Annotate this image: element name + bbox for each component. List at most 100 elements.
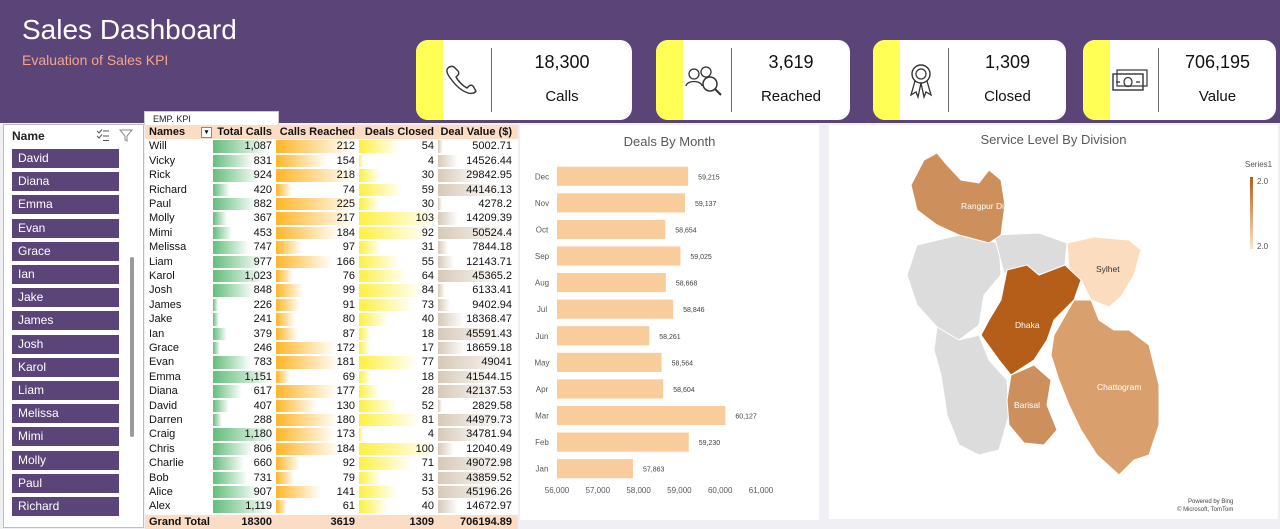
- deals-by-month-chart: Deals By Month Dec 59,215 Nov 59,137 Oct 58,6…: [520, 125, 819, 520]
- multi-select-icon[interactable]: [96, 129, 110, 142]
- slicer-item[interactable]: Josh: [12, 334, 119, 354]
- table-tab[interactable]: EMP. KPI: [144, 111, 279, 125]
- table-cell: Will: [149, 140, 167, 153]
- slicer-item[interactable]: Grace: [12, 241, 119, 261]
- table-cell: 4278.2: [478, 198, 512, 210]
- kpi-value-value: 706,195: [1184, 52, 1251, 72]
- data-label: 58,668: [676, 281, 698, 288]
- table-cell: 74: [342, 183, 355, 196]
- bar-may: [557, 352, 662, 372]
- category-label: Sep: [535, 252, 550, 261]
- clear-filter-icon[interactable]: [119, 129, 133, 142]
- bar-mar: [557, 405, 726, 426]
- slicer-item[interactable]: Melissa: [12, 404, 119, 424]
- table-cell: 184: [336, 226, 355, 239]
- data-label: 58,604: [673, 387, 695, 394]
- table-cell: 73: [421, 298, 434, 311]
- column-header: Deals Closed: [364, 126, 434, 138]
- data-label: 58,564: [672, 360, 694, 367]
- bar-sep: [557, 246, 681, 266]
- table-cell: Liam: [149, 255, 173, 268]
- table-cell: 49072.98: [466, 457, 512, 470]
- table-cell: 45196.26: [466, 486, 512, 498]
- table-cell: David: [149, 399, 178, 412]
- table-cell: 1,151: [244, 370, 272, 383]
- data-label: 60,127: [735, 414, 757, 421]
- slicer-item[interactable]: Emma: [12, 195, 119, 215]
- table-cell: Alice: [149, 486, 173, 498]
- slicer-item[interactable]: Richard: [12, 497, 119, 516]
- table-cell: 53: [421, 486, 434, 498]
- slicer-item[interactable]: Diana: [12, 172, 119, 192]
- table-cell: 12143.71: [466, 255, 512, 268]
- table-cell: 61: [342, 500, 355, 513]
- table-cell: 806: [253, 442, 272, 455]
- bar-aug: [557, 273, 666, 293]
- phone-icon: [446, 65, 477, 95]
- employee-kpi-table: Names Total Calls Calls Reached Deals Close…: [145, 125, 518, 529]
- table-row: Rick 924 218 30 29842.95: [145, 168, 518, 182]
- slicer-item[interactable]: Liam: [12, 381, 119, 400]
- slicer-item[interactable]: Molly: [12, 450, 119, 470]
- table-cell: 184: [336, 442, 355, 455]
- table-row: Alex 1,119 61 40 14672.97: [145, 499, 518, 513]
- filter-dropdown-icon[interactable]: ▾: [201, 127, 212, 138]
- data-label: 59,230: [699, 440, 721, 447]
- table-row: Darren 288 180 81 44979.73: [145, 413, 518, 427]
- slicer-item[interactable]: Ian: [12, 265, 119, 284]
- table-cell: 45365.2: [472, 270, 512, 282]
- table-cell: 92: [421, 226, 434, 239]
- slicer-item[interactable]: Jake: [12, 288, 119, 308]
- table-cell: Mimi: [149, 226, 173, 239]
- table-cell: 141: [336, 486, 355, 498]
- table-row: Vicky 831 154 4 14526.44: [145, 154, 518, 168]
- table-row: David 407 130 52 2829.58: [145, 399, 518, 413]
- table-cell: 907: [253, 486, 272, 498]
- table-cell: 41544.15: [466, 370, 512, 383]
- table-row: Grace 246 172 17 18659.18: [145, 341, 518, 355]
- table-cell: 28: [421, 385, 434, 398]
- slicer-item[interactable]: Evan: [12, 218, 119, 238]
- table-cell: 40: [421, 500, 434, 513]
- slicer-item[interactable]: Mimi: [12, 427, 119, 447]
- table-row: Liam 977 166 55 12143.71: [145, 255, 518, 269]
- slicer-item[interactable]: David: [12, 149, 119, 168]
- table-cell: 5002.71: [472, 140, 512, 153]
- table-cell: 64: [421, 270, 434, 282]
- slicer-scrollbar[interactable]: [130, 257, 134, 437]
- bar-feb: [557, 432, 689, 452]
- table-cell: 217: [336, 212, 355, 225]
- table-cell: Alex: [149, 500, 171, 513]
- map-credit-bing: Powered by Bing: [1188, 499, 1233, 505]
- table-cell: 181: [336, 356, 355, 369]
- table-cell: 367: [253, 212, 272, 225]
- table-cell: Vicky: [149, 154, 176, 167]
- table-cell: Evan: [149, 356, 175, 369]
- slicer-item[interactable]: Paul: [12, 473, 119, 493]
- table-row: Karol 1,023 76 64 45365.2: [145, 269, 518, 283]
- kpi-reached-value: 3,619: [768, 52, 814, 72]
- table-cell: 407: [253, 399, 272, 412]
- table-row: Ian 379 87 18 45591.43: [145, 327, 518, 341]
- table-row: Molly 367 217 103 14209.39: [145, 211, 518, 225]
- money-icon: [1112, 69, 1148, 91]
- x-tick-label: 56,000: [545, 486, 570, 495]
- table-cell: Bob: [149, 471, 169, 484]
- table-cell: 166: [336, 255, 355, 268]
- slicer-item[interactable]: James: [12, 311, 119, 331]
- table-cell: 14209.39: [466, 212, 512, 225]
- category-label: Jun: [536, 332, 549, 341]
- map-legend-max: 2.0: [1257, 177, 1269, 186]
- data-label: 57,863: [643, 467, 665, 474]
- data-label: 58,261: [659, 334, 681, 341]
- table-row: James 226 91 73 9402.94: [145, 298, 518, 312]
- table-cell: 30: [421, 169, 434, 182]
- kpi-calls-label: Calls: [545, 88, 579, 105]
- column-header: Total Calls: [217, 126, 272, 138]
- data-label: 59,025: [690, 254, 712, 261]
- slicer-item[interactable]: Karol: [12, 357, 119, 377]
- table-cell: 180: [336, 414, 355, 426]
- table-cell: 42137.53: [466, 385, 512, 398]
- name-slicer: Name David Diana Emma Evan Grace Ian Jake James…: [3, 124, 144, 528]
- bar-jul: [557, 299, 674, 319]
